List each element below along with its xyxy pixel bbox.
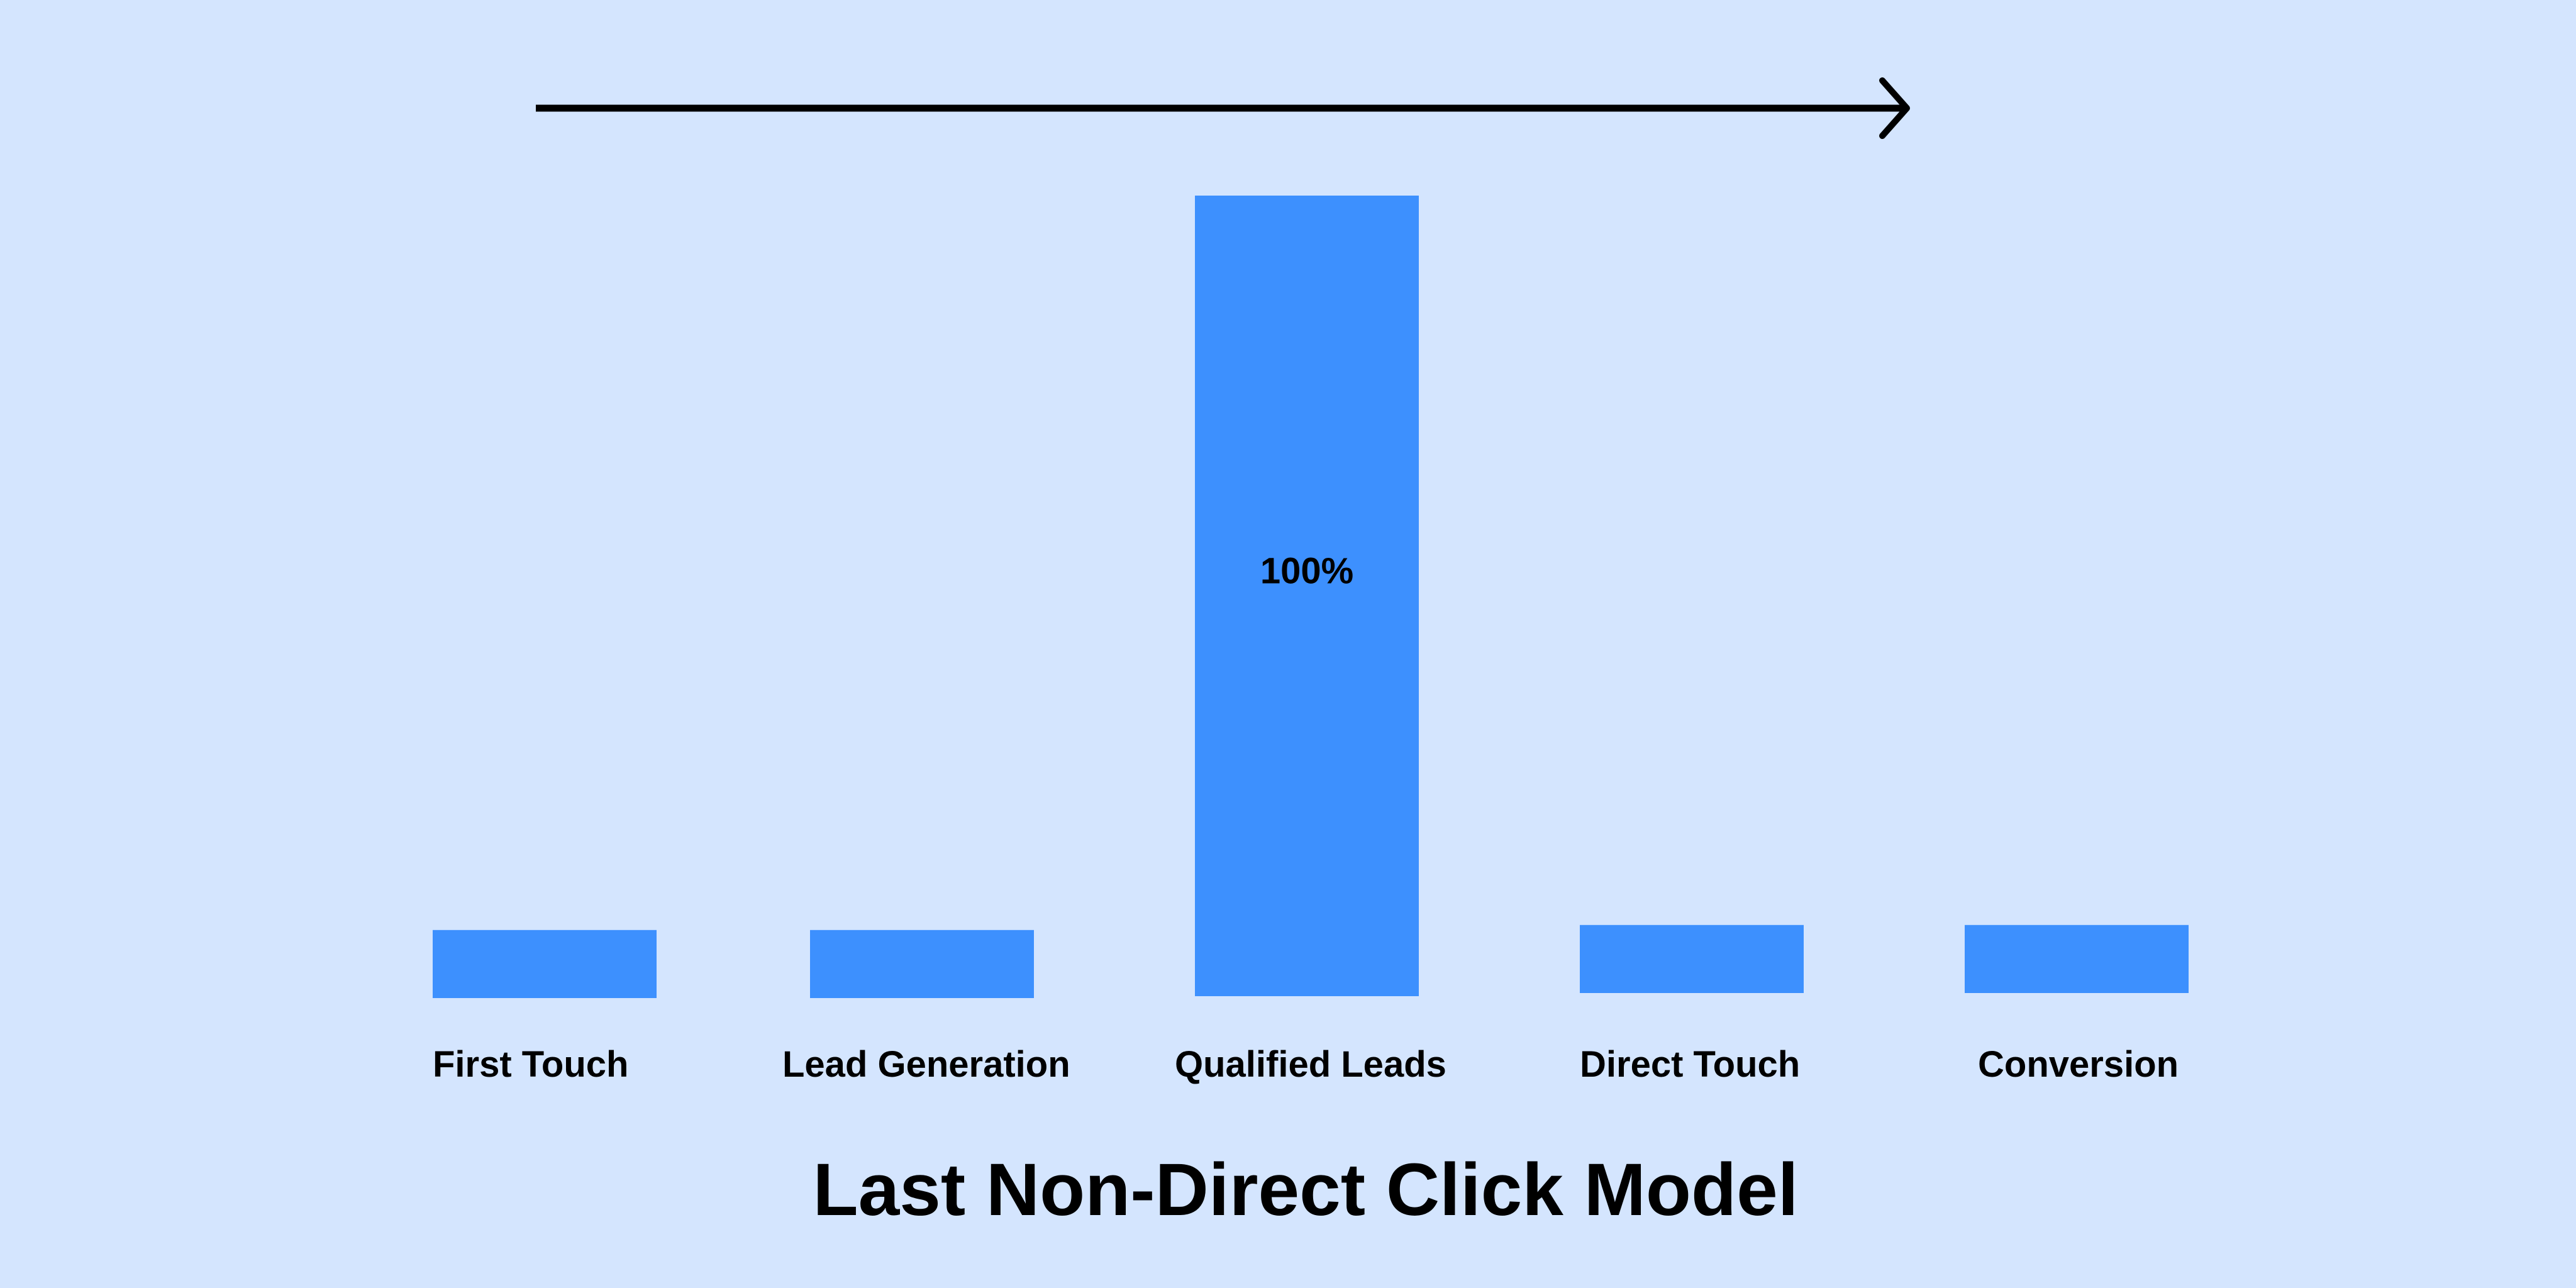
bar-direct-touch [1580, 924, 1804, 993]
bar-first-touch [433, 930, 657, 998]
category-label-direct-touch: Direct Touch [1580, 1044, 1800, 1085]
chart: 100% First Touch Lead Generation Qualified… [433, 77, 2189, 1231]
data-label-qualified-leads: 100% [1260, 551, 1353, 592]
category-label-qualified-leads: Qualified Leads [1175, 1044, 1446, 1085]
journey-arrow-icon [536, 77, 1910, 139]
bars-group: 100% [433, 196, 2189, 998]
category-labels-group: First Touch Lead Generation Qualified Lead… [433, 1044, 2179, 1085]
category-label-conversion: Conversion [1978, 1044, 2179, 1085]
bar-qualified-leads [1195, 196, 1419, 996]
chart-title: Last Non-Direct Click Model [813, 1148, 1798, 1231]
category-label-first-touch: First Touch [433, 1044, 628, 1085]
bar-lead-generation [810, 930, 1034, 998]
bar-conversion [1965, 924, 2189, 993]
category-label-lead-generation: Lead Generation [782, 1044, 1070, 1085]
